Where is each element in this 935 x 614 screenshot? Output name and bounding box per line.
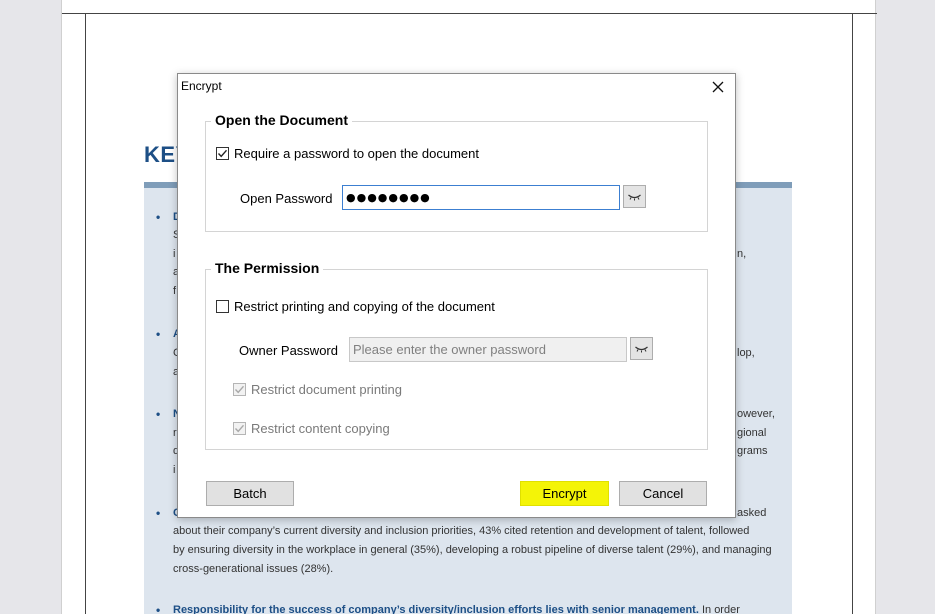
bullet-marker: • (156, 407, 161, 421)
doc-text-fragment: asked (737, 507, 767, 519)
restrict-content-copying-row[interactable]: Restrict content copying (233, 421, 390, 436)
doc-text-fragment: lop, (737, 347, 755, 359)
eye-closed-icon (628, 194, 641, 200)
bullet-marker: • (156, 603, 161, 614)
eye-closed-icon (635, 346, 648, 352)
owner-password-label: Owner Password (239, 343, 338, 358)
doc-bold-text: Responsibility for the success of compan… (173, 604, 699, 614)
doc-text-fragment: grams (737, 445, 768, 457)
encrypt-dialog: Encrypt Open the Document Require a pass… (177, 73, 736, 518)
restrict-document-printing-label: Restrict document printing (251, 382, 403, 397)
dialog-title: Encrypt (181, 79, 222, 93)
restrict-document-printing-checkbox[interactable] (233, 383, 246, 396)
doc-text-fragment: owever, (737, 408, 775, 420)
bullet-marker: • (156, 327, 161, 341)
doc-text-fragment: i (173, 464, 176, 476)
restrict-content-copying-label: Restrict content copying (251, 421, 390, 436)
permission-group-title: The Permission (211, 260, 324, 276)
doc-text-fragment: n, (737, 248, 747, 260)
page-border-left (85, 13, 86, 614)
doc-text-fragment: i (173, 248, 176, 260)
bullet-marker: • (156, 506, 161, 520)
doc-text-fragment: gional (737, 427, 767, 439)
batch-button[interactable]: Batch (206, 481, 294, 506)
checkmark-icon (234, 385, 245, 394)
require-password-label: Require a password to open the document (234, 146, 479, 161)
page-border-right (852, 13, 853, 614)
doc-text: In order (698, 604, 740, 614)
require-password-row[interactable]: Require a password to open the document (216, 146, 479, 161)
open-password-input[interactable] (342, 185, 620, 210)
open-document-group-title: Open the Document (211, 112, 353, 128)
close-icon (712, 81, 724, 93)
open-password-label: Open Password (240, 191, 333, 206)
bullet-marker: • (156, 210, 161, 224)
require-password-checkbox[interactable] (216, 147, 229, 160)
restrict-printing-copying-row[interactable]: Restrict printing and copying of the doc… (216, 299, 495, 314)
checkmark-icon (217, 149, 228, 158)
restrict-content-copying-checkbox[interactable] (233, 422, 246, 435)
restrict-document-printing-row[interactable]: Restrict document printing (233, 382, 402, 397)
open-document-group (205, 121, 708, 232)
toggle-owner-password-visibility[interactable] (630, 337, 653, 360)
doc-paragraph-line: Responsibility for the success of compan… (173, 604, 740, 614)
page-border-top (62, 13, 877, 14)
doc-paragraph-line: by ensuring diversity in the workplace i… (173, 544, 772, 556)
doc-paragraph-line: about their company’s current diversity … (173, 525, 750, 537)
encrypt-button[interactable]: Encrypt (520, 481, 609, 506)
close-button[interactable] (707, 77, 729, 97)
owner-password-input[interactable] (349, 337, 627, 362)
checkmark-icon (234, 424, 245, 433)
restrict-printing-copying-checkbox[interactable] (216, 300, 229, 313)
restrict-printing-copying-label: Restrict printing and copying of the doc… (234, 299, 495, 314)
toggle-open-password-visibility[interactable] (623, 185, 646, 208)
doc-paragraph-line: cross-generational issues (28%). (173, 563, 334, 575)
doc-text-fragment: f (173, 285, 177, 297)
cancel-button[interactable]: Cancel (619, 481, 707, 506)
